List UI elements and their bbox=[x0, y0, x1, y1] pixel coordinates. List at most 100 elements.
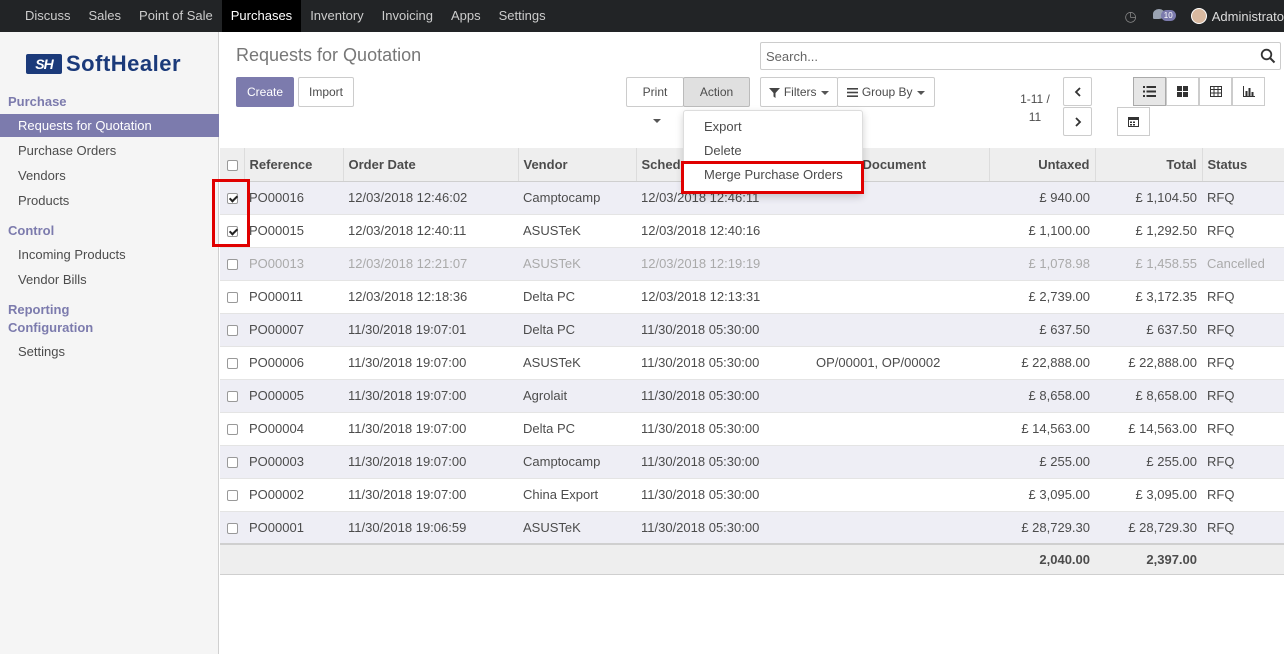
row-checkbox[interactable] bbox=[227, 259, 238, 271]
order-date-cell: 12/03/2018 12:40:11 bbox=[343, 214, 518, 248]
total-cell: £ 14,563.00 bbox=[1095, 412, 1202, 446]
search-icon[interactable] bbox=[1260, 48, 1276, 64]
source-document-cell bbox=[811, 478, 989, 512]
row-checkbox[interactable] bbox=[227, 424, 238, 436]
column-header-untaxed[interactable]: Untaxed bbox=[989, 148, 1096, 182]
action-dropdown-button[interactable]: Action bbox=[683, 77, 750, 123]
sidebar-item-purchase-orders[interactable]: Purchase Orders bbox=[0, 139, 219, 162]
rfq-table: Reference Order Date Vendor Sched Docume… bbox=[220, 148, 1284, 575]
caret-down-icon bbox=[820, 90, 829, 95]
list-bars-icon bbox=[847, 88, 859, 98]
menu-point-of-sale[interactable]: Point of Sale bbox=[130, 0, 222, 32]
row-checkbox[interactable] bbox=[227, 358, 238, 370]
column-header-vendor[interactable]: Vendor bbox=[518, 148, 637, 182]
menu-discuss[interactable]: Discuss bbox=[16, 0, 80, 32]
row-checkbox[interactable] bbox=[227, 457, 238, 469]
sidebar-item-incoming-products[interactable]: Incoming Products bbox=[0, 243, 219, 266]
pager-previous-button[interactable] bbox=[1063, 77, 1092, 106]
table-grid-icon bbox=[1209, 86, 1222, 97]
search-input[interactable] bbox=[761, 43, 1241, 69]
chevron-left-icon bbox=[1074, 86, 1081, 97]
table-row[interactable]: PO00003 11/30/2018 19:07:00 Camptocamp 11/3… bbox=[220, 445, 1284, 479]
table-row[interactable]: PO00006 11/30/2018 19:07:00 ASUSTeK 11/30/2… bbox=[220, 346, 1284, 380]
source-document-cell: OP/00001, OP/00002 bbox=[811, 346, 989, 380]
table-row[interactable]: PO00004 11/30/2018 19:07:00 Delta PC 11/30/… bbox=[220, 412, 1284, 446]
activity-clock-icon[interactable]: ◷ bbox=[1125, 8, 1137, 25]
sidebar-item-requests-for-quotation[interactable]: Requests for Quotation bbox=[0, 114, 219, 137]
total-cell: £ 1,292.50 bbox=[1095, 214, 1202, 248]
import-button[interactable]: Import bbox=[298, 77, 354, 107]
sidebar-item-vendor-bills[interactable]: Vendor Bills bbox=[0, 268, 219, 291]
row-select-cell bbox=[220, 412, 244, 446]
pager-total: 11 bbox=[1028, 110, 1042, 124]
graph-view-button[interactable] bbox=[1232, 77, 1265, 106]
row-checkbox[interactable] bbox=[227, 292, 238, 304]
pager-next-button[interactable] bbox=[1063, 107, 1092, 136]
status-cell: Cancelled bbox=[1202, 247, 1284, 281]
table-row[interactable]: PO00013 12/03/2018 12:21:07 ASUSTeK 12/03/2… bbox=[220, 247, 1284, 281]
action-label: Action bbox=[699, 85, 734, 99]
table-row[interactable]: PO00011 12/03/2018 12:18:36 Delta PC 12/03/… bbox=[220, 280, 1284, 314]
select-all-checkbox[interactable] bbox=[227, 159, 238, 171]
sidebar-item-products[interactable]: Products bbox=[0, 189, 219, 212]
vendor-cell: ASUSTeK bbox=[518, 247, 636, 281]
group-by-dropdown-button[interactable]: Group By bbox=[837, 77, 935, 107]
table-row[interactable]: PO00002 11/30/2018 19:07:00 China Export 11… bbox=[220, 478, 1284, 512]
calendar-icon bbox=[1128, 117, 1139, 127]
sidebar-heading-control[interactable]: Control bbox=[8, 223, 54, 238]
print-dropdown-button[interactable]: Print bbox=[626, 77, 684, 123]
print-label: Print bbox=[642, 85, 668, 99]
highlight-box-merge bbox=[681, 161, 864, 194]
table-body: PO00016 12/03/2018 12:46:02 Camptocamp 12/0… bbox=[220, 181, 1284, 545]
menu-apps[interactable]: Apps bbox=[442, 0, 490, 32]
source-document-cell bbox=[811, 412, 989, 446]
logo-text: SoftHealer bbox=[66, 51, 182, 76]
column-header-reference[interactable]: Reference bbox=[244, 148, 344, 182]
row-checkbox[interactable] bbox=[227, 522, 238, 534]
vendor-cell: ASUSTeK bbox=[518, 511, 636, 545]
sidebar-heading-purchase[interactable]: Purchase bbox=[8, 94, 67, 109]
column-header-order-date[interactable]: Order Date bbox=[343, 148, 519, 182]
menu-invoicing[interactable]: Invoicing bbox=[373, 0, 442, 32]
totals-row: 2,040.00 2,397.00 bbox=[220, 543, 1284, 575]
reference-cell: PO00006 bbox=[244, 346, 343, 380]
scheduled-date-cell: 11/30/2018 05:30:00 bbox=[636, 313, 811, 347]
table-row[interactable]: PO00001 11/30/2018 19:06:59 ASUSTeK 11/30/2… bbox=[220, 511, 1284, 545]
row-checkbox[interactable] bbox=[227, 325, 238, 337]
row-checkbox[interactable] bbox=[227, 391, 238, 403]
user-avatar[interactable] bbox=[1190, 8, 1207, 24]
sidebar-heading-configuration[interactable]: Configuration bbox=[8, 320, 93, 335]
search-box bbox=[760, 42, 1281, 70]
sidebar-item-vendors[interactable]: Vendors bbox=[0, 164, 219, 187]
table-row[interactable]: PO00007 11/30/2018 19:07:01 Delta PC 11/30/… bbox=[220, 313, 1284, 347]
status-cell: RFQ bbox=[1202, 280, 1284, 314]
table-row[interactable]: PO00015 12/03/2018 12:40:11 ASUSTeK 12/03/2… bbox=[220, 214, 1284, 248]
pager[interactable]: 1-11 / 11 bbox=[1014, 90, 1056, 126]
untaxed-cell: £ 1,078.98 bbox=[989, 247, 1095, 281]
filters-dropdown-button[interactable]: Filters bbox=[760, 77, 838, 107]
total-cell: £ 1,458.55 bbox=[1095, 247, 1202, 281]
action-export[interactable]: Export bbox=[684, 117, 862, 141]
user-menu[interactable]: Administrato bbox=[1212, 9, 1284, 24]
column-header-total[interactable]: Total bbox=[1095, 148, 1203, 182]
row-checkbox[interactable] bbox=[227, 490, 238, 502]
column-header-status[interactable]: Status bbox=[1202, 148, 1284, 182]
menu-inventory[interactable]: Inventory bbox=[301, 0, 372, 32]
list-view-button[interactable] bbox=[1133, 77, 1166, 106]
row-select-cell bbox=[220, 247, 244, 281]
calendar-view-button[interactable] bbox=[1117, 107, 1150, 136]
status-cell: RFQ bbox=[1202, 412, 1284, 446]
source-document-cell bbox=[811, 445, 989, 479]
create-button[interactable]: Create bbox=[236, 77, 294, 107]
kanban-view-button[interactable] bbox=[1166, 77, 1199, 106]
menu-purchases[interactable]: Purchases bbox=[221, 0, 302, 32]
menu-settings[interactable]: Settings bbox=[490, 0, 555, 32]
messaging-button[interactable]: 10 bbox=[1152, 8, 1179, 24]
menu-sales[interactable]: Sales bbox=[80, 0, 131, 32]
pivot-view-button[interactable] bbox=[1199, 77, 1232, 106]
reference-cell: PO00001 bbox=[244, 511, 343, 545]
sidebar-item-settings[interactable]: Settings bbox=[0, 340, 219, 363]
table-row[interactable]: PO00005 11/30/2018 19:07:00 Agrolait 11/30/… bbox=[220, 379, 1284, 413]
source-document-cell bbox=[811, 214, 989, 248]
sidebar-heading-reporting[interactable]: Reporting bbox=[8, 302, 69, 317]
